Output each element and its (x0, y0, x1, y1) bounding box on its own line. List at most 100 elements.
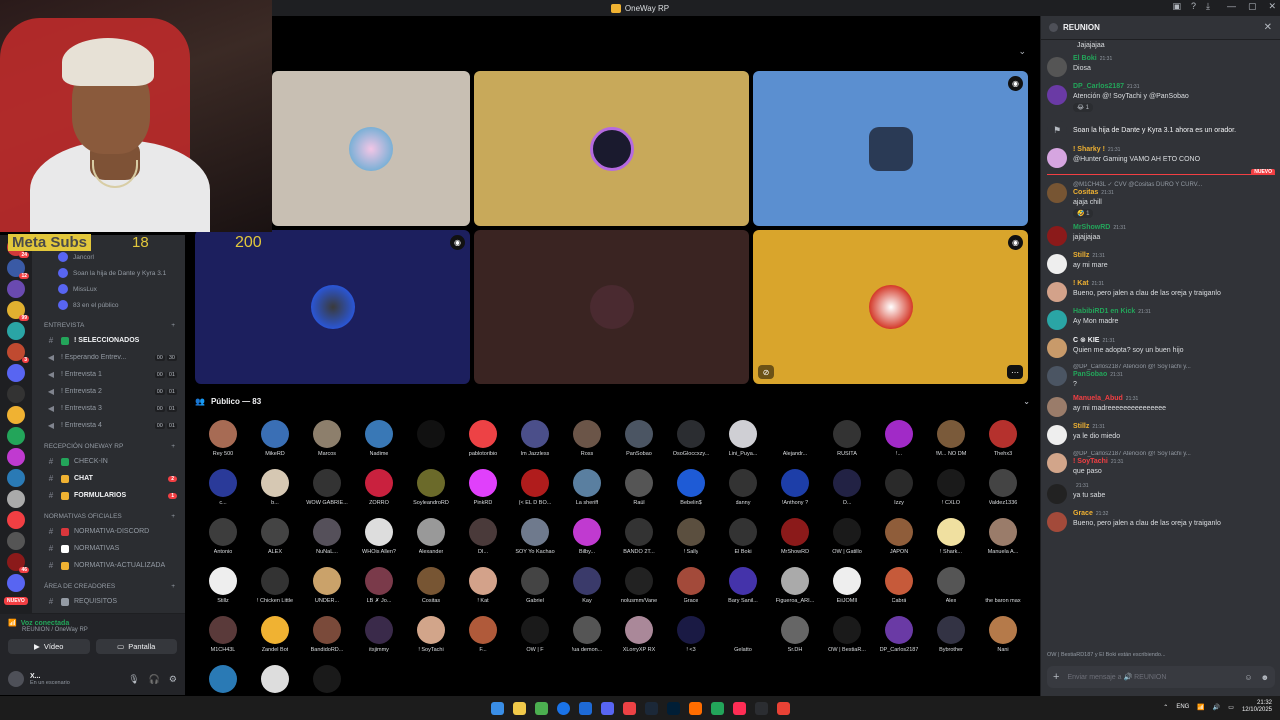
reaction[interactable]: 😂 1 (1073, 103, 1094, 113)
audience-member[interactable]: Gelatto (717, 616, 769, 665)
reaction[interactable]: 🤣 1 (1073, 209, 1094, 219)
audience-member[interactable]: Manuela A... (977, 518, 1029, 567)
screen-share-button[interactable]: ▭ Pantalla (95, 639, 177, 654)
reply-preview[interactable]: @DP_Carlos2187 Atención @! SoyTachi y... (1073, 364, 1191, 370)
battery-icon[interactable]: ▭ (1228, 704, 1234, 711)
speaker-tile[interactable]: ◉ ⊘ ⋯ (753, 230, 1028, 384)
voice-user[interactable]: MissLux (32, 281, 185, 297)
audience-member[interactable]: ! Kat (457, 567, 509, 616)
microphone-icon[interactable]: 🎙 (128, 674, 139, 685)
avatar[interactable] (1047, 366, 1067, 387)
avatar[interactable] (1047, 338, 1067, 359)
audience-member[interactable]: LB ✗ Jo... (353, 567, 405, 616)
speaker-tile[interactable] (474, 230, 749, 384)
windows-start-icon[interactable] (490, 701, 504, 715)
audience-member[interactable]: Kay (561, 567, 613, 616)
audience-member[interactable]: PanSobao (613, 420, 665, 469)
channel-category[interactable]: Normativas Oficiales + (32, 509, 185, 523)
avatar[interactable] (1047, 85, 1067, 105)
speaker-tile[interactable] (474, 71, 749, 226)
audience-member[interactable]: Rey 500 (197, 420, 249, 469)
audience-member[interactable] (405, 420, 457, 469)
audience-member[interactable]: ! CXLO (925, 469, 977, 518)
inbox-icon[interactable]: ▣ (1172, 1, 1181, 12)
maximize-button[interactable]: ▢ (1248, 1, 1257, 12)
audience-member[interactable]: MikeRD (249, 420, 301, 469)
audience-member[interactable]: El Boki (717, 518, 769, 567)
audience-member[interactable]: PinkRD (457, 469, 509, 518)
audience-member[interactable]: BANDO 2T... (613, 518, 665, 567)
audience-member[interactable]: Bary Sanil... (717, 567, 769, 616)
photoshop-icon[interactable] (666, 701, 680, 715)
audience-member[interactable]: Gabriel (509, 567, 561, 616)
audience-member[interactable]: Lini_Puya... (717, 420, 769, 469)
audience-member[interactable]: Marcos (301, 420, 353, 469)
chrome-icon[interactable] (556, 701, 570, 715)
message-author[interactable]: PanSobao 21:31 (1073, 371, 1191, 378)
audience-member[interactable]: !... (873, 420, 925, 469)
audience-member[interactable]: DI... (457, 518, 509, 567)
audience-member[interactable]: Bybrother (925, 616, 977, 665)
audience-member[interactable]: NuNaL... (301, 518, 353, 567)
message-author[interactable]: HabibiRD1 en Kick 21:31 (1073, 308, 1151, 315)
avatar[interactable] (1047, 148, 1067, 169)
message-author[interactable]: Stillz 21:31 (1073, 252, 1108, 259)
channel-item[interactable]: # NORMATIVA-ACTUALIZADA (32, 557, 185, 574)
audience-member[interactable]: Nani (977, 616, 1029, 665)
audience-member[interactable]: Thehx3 (977, 420, 1029, 469)
close-button[interactable]: ✕ (1268, 1, 1276, 12)
audience-member[interactable]: Alejandr... (769, 420, 821, 469)
audience-member[interactable]: JAPON (873, 518, 925, 567)
channel-item[interactable]: # NORMATIVA-DISCORD (32, 523, 185, 540)
message-author[interactable]: DP_Carlos2187 21:31 (1073, 83, 1189, 90)
channel-item[interactable]: # REQUISITOS (32, 593, 185, 610)
audience-member[interactable]: SOY Yo Kachao (509, 518, 561, 567)
audience-member[interactable]: OW | F (509, 616, 561, 665)
channel-item[interactable]: # FORMULARIOS 1 (32, 487, 185, 504)
message-author[interactable]: C ⊗ KIE 21:31 (1073, 336, 1184, 344)
voice-user[interactable]: Soan la hija de Dante y Kyra 3.1 (32, 265, 185, 281)
chevron-down-icon[interactable]: ⌄ (1018, 46, 1026, 57)
server-icon[interactable] (7, 532, 25, 550)
emoji-icon[interactable]: ☻ (1261, 673, 1269, 682)
outlook-icon[interactable] (578, 701, 592, 715)
voice-user[interactable]: 83 en el público (32, 297, 185, 313)
audience-member[interactable]: OsoGloccxzy... (665, 420, 717, 469)
audience-member[interactable]: SoyleandroRD (405, 469, 457, 518)
server-icon[interactable] (7, 490, 25, 508)
audience-member[interactable]: pablotoribio (457, 420, 509, 469)
audience-member[interactable]: Alex (925, 567, 977, 616)
channel-category[interactable]: Área de creadores + (32, 579, 185, 593)
audience-member[interactable]: ! Sally (665, 518, 717, 567)
server-icon[interactable]: 99 (7, 301, 29, 321)
server-icon[interactable] (7, 385, 25, 403)
audience-member[interactable]: O... (821, 469, 873, 518)
audience-member[interactable]: Grace (665, 567, 717, 616)
audience-member[interactable]: (< EL D BO... (509, 469, 561, 518)
audience-member[interactable]: Raúl (613, 469, 665, 518)
close-icon[interactable]: ✕ (1264, 22, 1272, 33)
gear-icon[interactable]: ⚙ (169, 674, 177, 685)
server-icon[interactable] (7, 448, 25, 466)
audience-member[interactable]: the baron max (977, 567, 1029, 616)
audience-member[interactable]: Ross (561, 420, 613, 469)
server-icon[interactable] (7, 280, 25, 298)
speaker-tile[interactable]: ◉ (195, 230, 470, 384)
audience-member[interactable]: Figueroa_ARI... (769, 567, 821, 616)
audience-member[interactable]: Bebelin$ (665, 469, 717, 518)
audience-member[interactable]: WOW GABRIE... (301, 469, 353, 518)
steam-icon[interactable] (644, 701, 658, 715)
language-indicator[interactable]: ENG (1176, 704, 1189, 710)
plus-icon[interactable]: + (171, 443, 175, 450)
speaker-tile[interactable] (272, 71, 470, 226)
audience-member[interactable]: b... (249, 469, 301, 518)
server-icon[interactable]: 3 (7, 343, 29, 363)
audience-member[interactable]: Valdez1336 (977, 469, 1029, 518)
audience-member[interactable]: Sr.DH (769, 616, 821, 665)
server-icon[interactable]: 12 (7, 259, 29, 279)
audience-member[interactable]: Bilby... (561, 518, 613, 567)
speaker-tile[interactable]: ◉ (753, 71, 1028, 226)
avatar[interactable] (1047, 512, 1067, 533)
message-author[interactable]: 21:31 (1073, 482, 1105, 489)
audience-member[interactable]: RUSITA (821, 420, 873, 469)
